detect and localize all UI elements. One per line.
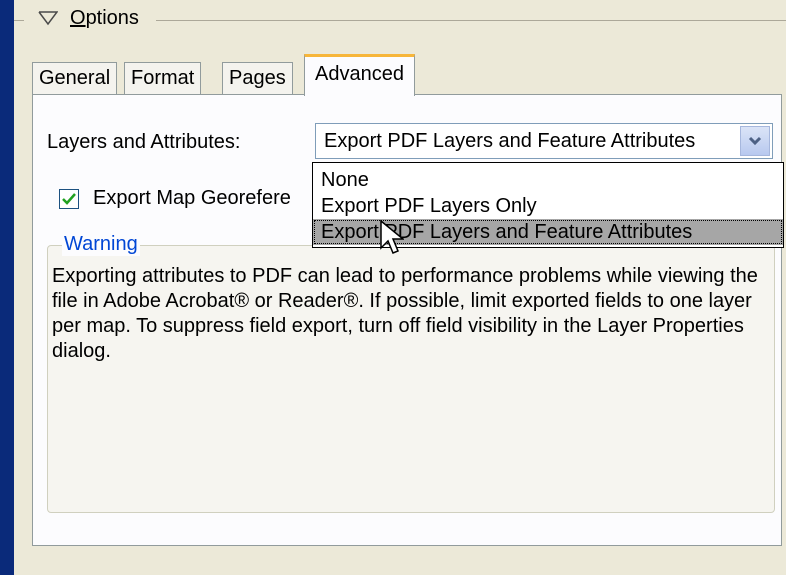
warning-groupbox: Warning Exporting attributes to PDF can … <box>47 233 775 513</box>
mouse-cursor-icon <box>380 220 404 254</box>
georef-label: Export Map Georefere <box>93 187 291 209</box>
georef-checkbox[interactable] <box>59 189 79 209</box>
warning-text: Exporting attributes to PDF can lead to … <box>52 265 758 362</box>
layers-attributes-combobox[interactable]: Export PDF Layers and Feature Attributes <box>315 123 773 159</box>
divider <box>156 20 786 21</box>
warning-title: Warning <box>62 233 140 256</box>
options-group-label: Options <box>70 7 139 29</box>
options-panel: Options General Format Pages Advanced La… <box>14 0 786 575</box>
chevron-down-icon[interactable] <box>38 10 58 26</box>
combobox-value: Export PDF Layers and Feature Attributes <box>324 130 696 152</box>
divider <box>14 20 24 21</box>
option-none[interactable]: None <box>313 167 783 193</box>
tab-advanced[interactable]: Advanced <box>304 54 415 96</box>
tab-format[interactable]: Format <box>124 62 202 94</box>
options-group-header[interactable]: Options <box>14 0 786 40</box>
layers-attributes-label: Layers and Attributes: <box>47 131 241 153</box>
tab-strip: General Format Pages Advanced <box>32 54 782 96</box>
tab-general[interactable]: General <box>32 62 118 94</box>
checkmark-icon <box>62 193 76 205</box>
dropdown-button[interactable] <box>740 126 770 156</box>
option-layers-only[interactable]: Export PDF Layers Only <box>313 193 783 219</box>
chevron-down-icon <box>748 136 762 146</box>
tab-pages[interactable]: Pages <box>222 62 293 94</box>
